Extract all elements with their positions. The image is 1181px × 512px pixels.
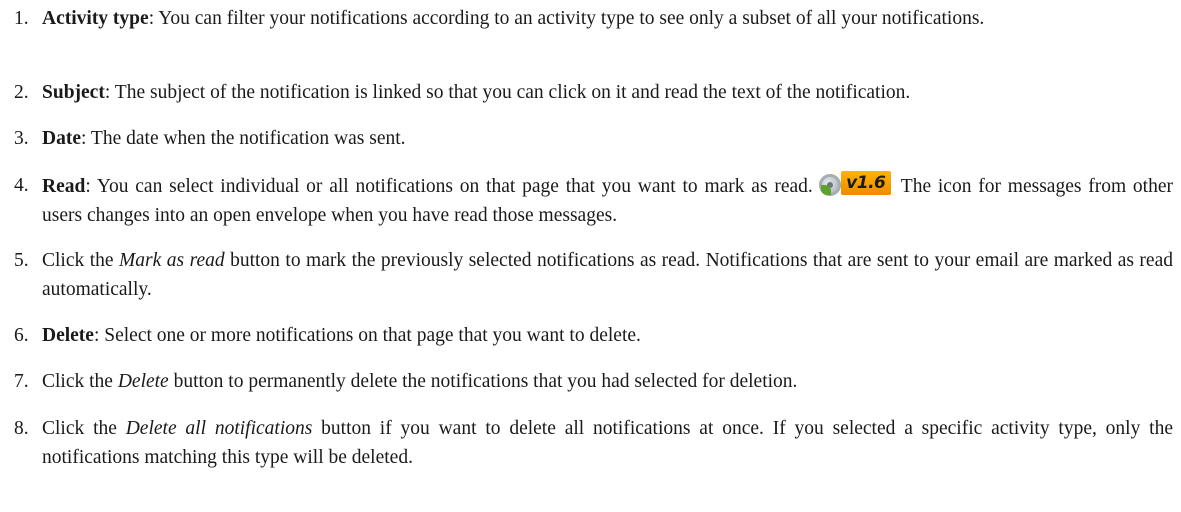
list-item-activity-type: 1. Activity type: You can filter your no… xyxy=(0,4,1173,33)
notification-help-list: 1. Activity type: You can filter your no… xyxy=(0,0,1181,512)
list-item-subject: 2. Subject: The subject of the notificat… xyxy=(0,78,1173,107)
version-badge-icon: v1.6 xyxy=(818,171,891,197)
item-body: Read: You can select individual or all n… xyxy=(42,171,1173,230)
item-emphasis: Delete xyxy=(117,371,169,392)
item-text: : You can filter your notifications acco… xyxy=(148,8,985,29)
list-item-delete: 6. Delete: Select one or more notificati… xyxy=(0,321,1173,350)
item-body: Subject: The subject of the notification… xyxy=(42,78,1173,107)
item-body: Activity type: You can filter your notif… xyxy=(42,4,1173,33)
item-text: : The subject of the notification is lin… xyxy=(104,82,911,103)
item-prefix: Click the xyxy=(42,418,126,439)
item-emphasis: Mark as read xyxy=(119,250,225,271)
item-term: Read xyxy=(42,176,86,197)
item-number: 4. xyxy=(14,175,29,196)
item-text: : The date when the notification was sen… xyxy=(80,128,406,149)
item-prefix: Click the xyxy=(42,371,118,392)
list-item-date: 3. Date: The date when the notification … xyxy=(0,124,1173,153)
item-number: 6. xyxy=(14,325,29,346)
item-number: 5. xyxy=(14,250,29,271)
item-body: Click the Delete all notifications butto… xyxy=(42,414,1173,472)
item-number: 3. xyxy=(14,128,29,149)
item-body: Click the Delete button to permanently d… xyxy=(42,367,1173,396)
item-suffix: button to permanently delete the notific… xyxy=(168,371,798,392)
list-item-read: 4. Read: You can select individual or al… xyxy=(0,171,1173,230)
item-body: Delete: Select one or more notifications… xyxy=(42,321,1173,350)
item-number: 7. xyxy=(14,371,29,392)
item-number: 2. xyxy=(14,82,29,103)
item-term: Delete xyxy=(42,325,94,346)
item-term: Activity type xyxy=(42,8,149,29)
version-label: v1.6 xyxy=(840,171,891,195)
item-prefix: Click the xyxy=(42,250,120,271)
list-item-delete-all: 8. Click the Delete all notifications bu… xyxy=(0,414,1173,472)
list-item-delete-button: 7. Click the Delete button to permanentl… xyxy=(0,367,1173,396)
item-term: Subject xyxy=(42,82,105,103)
item-text: : Select one or more notifications on th… xyxy=(93,325,641,346)
item-text: : You can select individual or all notif… xyxy=(85,176,813,197)
item-term: Date xyxy=(42,128,81,149)
leaf-icon xyxy=(820,185,831,195)
item-number: 8. xyxy=(14,418,29,439)
list-item-mark-as-read: 5. Click the Mark as read button to mark… xyxy=(0,246,1173,304)
item-body: Date: The date when the notification was… xyxy=(42,124,1173,153)
item-emphasis: Delete all notifications xyxy=(125,418,313,439)
item-body: Click the Mark as read button to mark th… xyxy=(42,246,1173,304)
item-number: 1. xyxy=(14,8,29,29)
